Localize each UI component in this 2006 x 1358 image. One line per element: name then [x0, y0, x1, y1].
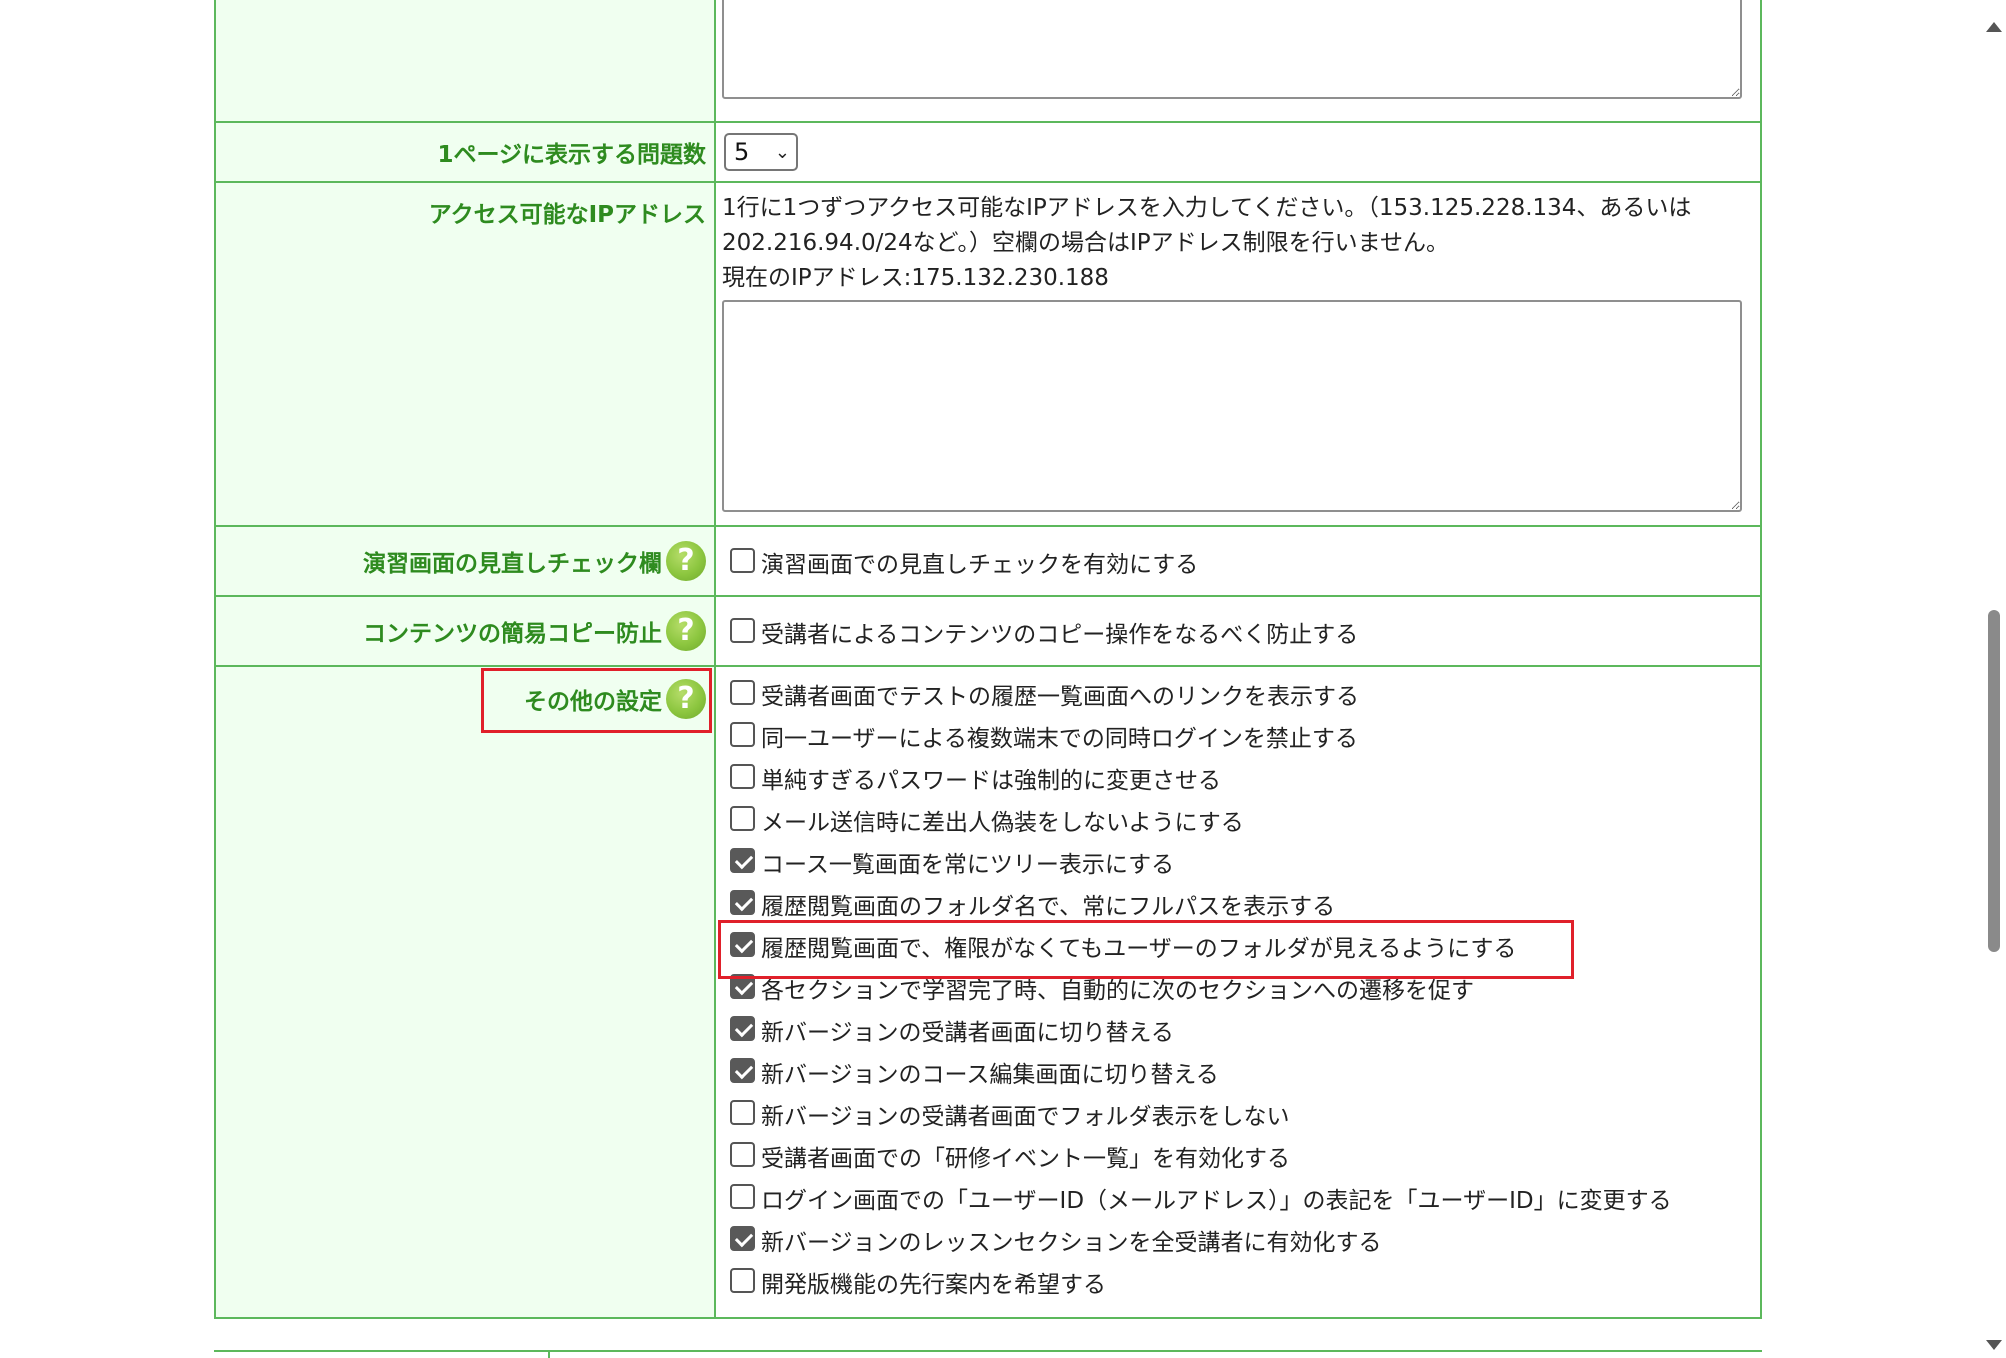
- other-settings-option[interactable]: 受講者画面での「研修イベント一覧」を有効化する: [722, 1135, 1750, 1177]
- questions-per-page-label-cell: 1ページに表示する問題数: [214, 121, 716, 183]
- other-settings-checkbox[interactable]: [730, 1183, 755, 1209]
- review-check-option-label: 演習画面での見直しチェックを有効にする: [761, 552, 1199, 578]
- questions-per-page-label: 1ページに表示する問題数: [437, 142, 706, 168]
- review-check-label: 演習画面の見直しチェック欄: [363, 551, 662, 577]
- other-settings-option[interactable]: 受講者画面でテストの履歴一覧画面へのリンクを表示する: [722, 673, 1750, 715]
- settings-row-questions-per-page: 1ページに表示する問題数 5 ⌄: [214, 121, 1762, 183]
- other-settings-option[interactable]: 開発版機能の先行案内を希望する: [722, 1261, 1750, 1303]
- chevron-down-icon: ⌄: [774, 141, 790, 163]
- other-settings-checkbox[interactable]: [730, 763, 755, 789]
- other-settings-option[interactable]: 各セクションで学習完了時、自動的に次のセクションへの遷移を促す: [722, 967, 1750, 1009]
- other-settings-options: 受講者画面でテストの履歴一覧画面へのリンクを表示する 同一ユーザーによる複数端末で…: [722, 673, 1750, 1303]
- next-settings-table-divider: [548, 1350, 550, 1358]
- ip-address-value-cell: 1行に1つずつアクセス可能なIPアドレスを入力してください。（153.125.2…: [714, 181, 1762, 527]
- other-settings-option[interactable]: メール送信時に差出人偽装をしないようにする: [722, 799, 1750, 841]
- other-settings-checkbox[interactable]: [730, 721, 755, 747]
- scroll-up-arrow-icon[interactable]: [1986, 22, 2002, 32]
- help-icon[interactable]: ?: [666, 541, 706, 581]
- other-settings-option-label: 各セクションで学習完了時、自動的に次のセクションへの遷移を促す: [761, 978, 1474, 1004]
- other-settings-checkbox[interactable]: [730, 1267, 755, 1293]
- ip-address-description: 1行に1つずつアクセス可能なIPアドレスを入力してください。（153.125.2…: [722, 191, 1750, 296]
- ip-desc-line2: 202.216.94.0/24など。）空欄の場合はIPアドレス制限を行いません。: [722, 230, 1449, 256]
- other-settings-option[interactable]: 新バージョンのコース編集画面に切り替える: [722, 1051, 1750, 1093]
- help-icon[interactable]: ?: [666, 679, 706, 719]
- ip-address-textarea[interactable]: [722, 300, 1742, 512]
- questions-per-page-select[interactable]: 5 ⌄: [724, 133, 798, 171]
- copy-protect-option-label: 受講者によるコンテンツのコピー操作をなるべく防止する: [761, 622, 1359, 648]
- other-settings-option-label: ログイン画面での「ユーザーID（メールアドレス）」の表記を「ユーザーID」に変更…: [761, 1188, 1672, 1214]
- next-settings-table: [214, 1350, 1762, 1358]
- settings-row-other: その他の設定 ? 受講者画面でテストの履歴一覧画面へのリンクを表示する 同一ユーザ…: [214, 665, 1762, 1319]
- other-settings-checkbox[interactable]: [730, 889, 755, 915]
- copy-protect-option[interactable]: 受講者によるコンテンツのコピー操作をなるべく防止する: [722, 611, 1750, 653]
- other-settings-option-label: 単純すぎるパスワードは強制的に変更させる: [761, 768, 1221, 794]
- other-settings-option[interactable]: コース一覧画面を常にツリー表示にする: [722, 841, 1750, 883]
- other-settings-option-label: 開発版機能の先行案内を希望する: [761, 1272, 1106, 1298]
- review-check-label-cell: 演習画面の見直しチェック欄 ?: [214, 525, 716, 597]
- ip-address-label: アクセス可能なIPアドレス: [428, 202, 706, 228]
- current-ip-address: 現在のIPアドレス:175.132.230.188: [722, 265, 1109, 291]
- other-settings-checkbox[interactable]: [730, 805, 755, 831]
- other-settings-checkbox[interactable]: [730, 1099, 755, 1125]
- other-settings-option-label: コース一覧画面を常にツリー表示にする: [761, 852, 1175, 878]
- other-settings-option[interactable]: 履歴閲覧画面で、権限がなくてもユーザーのフォルダが見えるようにする: [722, 925, 1750, 967]
- copy-protect-label-cell: コンテンツの簡易コピー防止 ?: [214, 595, 716, 667]
- copy-protect-label: コンテンツの簡易コピー防止: [363, 621, 662, 647]
- other-settings-option[interactable]: ログイン画面での「ユーザーID（メールアドレス）」の表記を「ユーザーID」に変更…: [722, 1177, 1750, 1219]
- other-settings-label-cell: その他の設定 ?: [214, 665, 716, 1319]
- other-settings-option-label: 履歴閲覧画面のフォルダ名で、常にフルパスを表示する: [761, 894, 1336, 920]
- other-settings-option-label: 新バージョンのレッスンセクションを全受講者に有効化する: [761, 1230, 1382, 1256]
- review-check-option[interactable]: 演習画面での見直しチェックを有効にする: [722, 541, 1750, 583]
- other-settings-checkbox[interactable]: [730, 1141, 755, 1167]
- other-settings-option[interactable]: 新バージョンの受講者画面に切り替える: [722, 1009, 1750, 1051]
- settings-row-copy-protect: コンテンツの簡易コピー防止 ? 受講者によるコンテンツのコピー操作をなるべく防止…: [214, 595, 1762, 667]
- other-settings-checkbox[interactable]: [730, 931, 755, 957]
- other-settings-checkbox[interactable]: [730, 847, 755, 873]
- other-settings-checkbox[interactable]: [730, 1225, 755, 1251]
- other-settings-option-label: 新バージョンの受講者画面に切り替える: [761, 1020, 1174, 1046]
- settings-row-ip-address: アクセス可能なIPアドレス 1行に1つずつアクセス可能なIPアドレスを入力してく…: [214, 181, 1762, 527]
- other-settings-checkbox[interactable]: [730, 973, 755, 999]
- review-check-value-cell: 演習画面での見直しチェックを有効にする: [714, 525, 1762, 597]
- questions-per-page-select-value: 5: [734, 138, 750, 166]
- other-settings-checkbox[interactable]: [730, 679, 755, 705]
- other-settings-checkbox[interactable]: [730, 1057, 755, 1083]
- other-settings-option-label: メール送信時に差出人偽装をしないようにする: [761, 810, 1244, 836]
- ip-desc-line1: 1行に1つずつアクセス可能なIPアドレスを入力してください。（153.125.2…: [722, 195, 1692, 221]
- scroll-down-arrow-icon[interactable]: [1986, 1340, 2002, 1350]
- other-settings-option[interactable]: 単純すぎるパスワードは強制的に変更させる: [722, 757, 1750, 799]
- scrollbar-thumb[interactable]: [1988, 610, 2000, 952]
- other-settings-option-label: 履歴閲覧画面で、権限がなくてもユーザーのフォルダが見えるようにする: [761, 936, 1517, 962]
- copy-protect-checkbox[interactable]: [730, 617, 755, 643]
- ip-address-label-cell: アクセス可能なIPアドレス: [214, 181, 716, 527]
- questions-per-page-value-cell: 5 ⌄: [714, 121, 1762, 183]
- settings-row-top: [214, 0, 1762, 123]
- copy-protect-value-cell: 受講者によるコンテンツのコピー操作をなるべく防止する: [714, 595, 1762, 667]
- settings-row-review-check: 演習画面の見直しチェック欄 ? 演習画面での見直しチェックを有効にする: [214, 525, 1762, 597]
- settings-label-top: [214, 0, 716, 123]
- top-textarea[interactable]: [722, 0, 1742, 99]
- settings-page: 1ページに表示する問題数 5 ⌄ アクセス可能なIPアドレス 1行に1つずつアク…: [0, 0, 2006, 1358]
- other-settings-checkbox[interactable]: [730, 1015, 755, 1041]
- other-settings-option-label: 同一ユーザーによる複数端末での同時ログインを禁止する: [761, 726, 1358, 752]
- other-settings-option-label: 新バージョンの受講者画面でフォルダ表示をしない: [761, 1104, 1290, 1130]
- settings-table: 1ページに表示する問題数 5 ⌄ アクセス可能なIPアドレス 1行に1つずつアク…: [214, 0, 1762, 1319]
- other-settings-label: その他の設定: [524, 689, 662, 715]
- other-settings-option-label: 新バージョンのコース編集画面に切り替える: [761, 1062, 1219, 1088]
- other-settings-option[interactable]: 新バージョンのレッスンセクションを全受講者に有効化する: [722, 1219, 1750, 1261]
- other-settings-value-cell: 受講者画面でテストの履歴一覧画面へのリンクを表示する 同一ユーザーによる複数端末で…: [714, 665, 1762, 1319]
- other-settings-option-label: 受講者画面での「研修イベント一覧」を有効化する: [761, 1146, 1290, 1172]
- settings-value-top: [714, 0, 1762, 123]
- other-settings-option-label: 受講者画面でテストの履歴一覧画面へのリンクを表示する: [761, 684, 1359, 710]
- other-settings-option[interactable]: 新バージョンの受講者画面でフォルダ表示をしない: [722, 1093, 1750, 1135]
- vertical-scrollbar[interactable]: [1982, 0, 2006, 1358]
- review-check-checkbox[interactable]: [730, 547, 755, 573]
- help-icon[interactable]: ?: [666, 611, 706, 651]
- other-settings-option[interactable]: 同一ユーザーによる複数端末での同時ログインを禁止する: [722, 715, 1750, 757]
- other-settings-option[interactable]: 履歴閲覧画面のフォルダ名で、常にフルパスを表示する: [722, 883, 1750, 925]
